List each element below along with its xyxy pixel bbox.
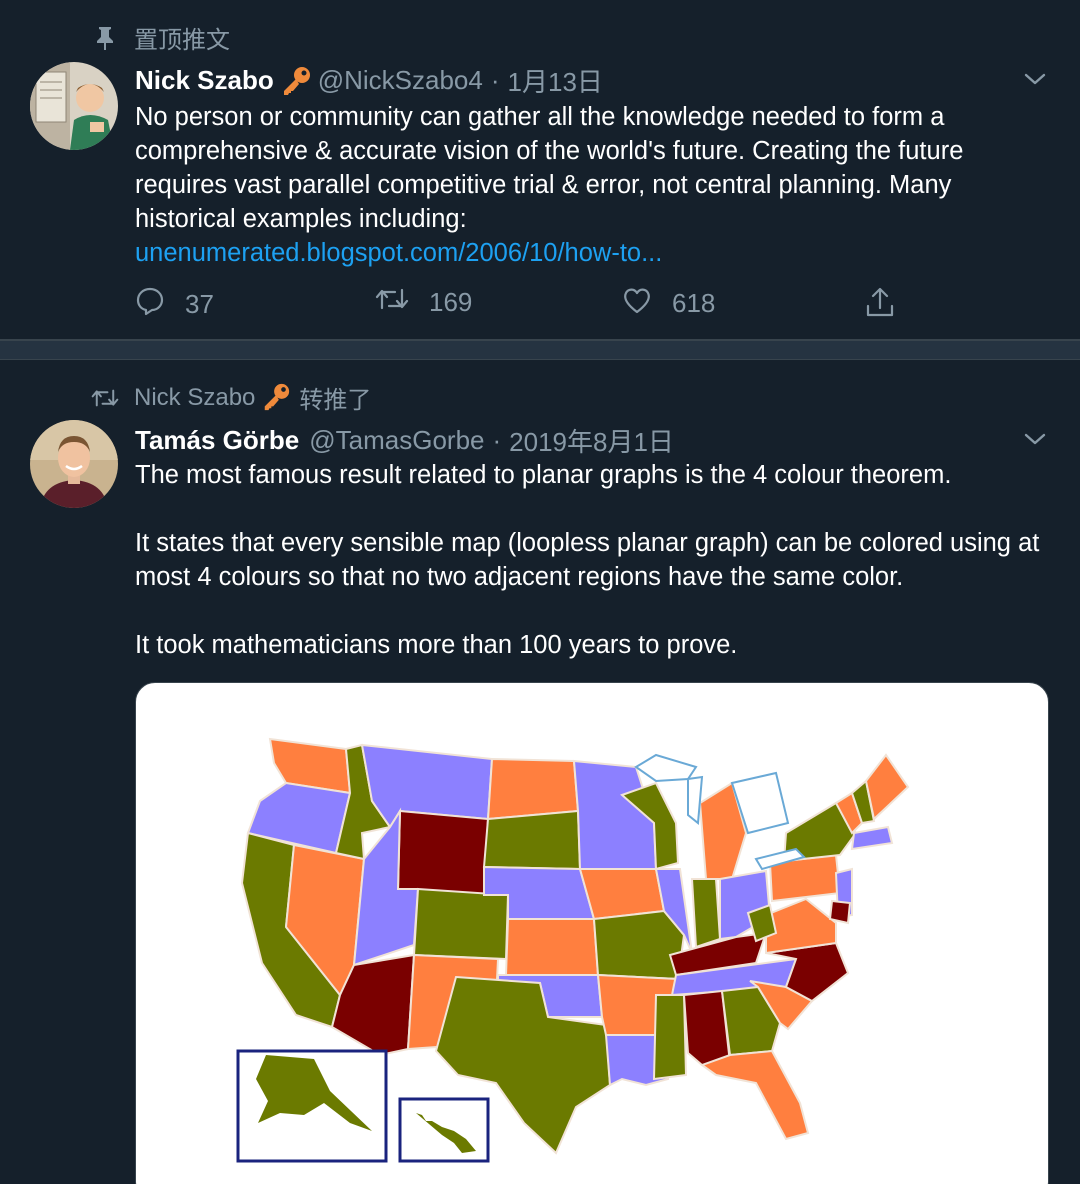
retweet-button[interactable]: 169 [375, 286, 472, 319]
tweet-text: No person or community can gather all th… [135, 100, 1045, 270]
map-region [412, 887, 510, 961]
map-region [864, 753, 910, 821]
share-icon [865, 286, 915, 325]
pinned-label: 置顶推文 [134, 27, 230, 54]
map-region [482, 809, 582, 871]
share-button[interactable] [865, 286, 915, 325]
tweet-paragraph: It took mathematicians more than 100 yea… [135, 631, 738, 659]
tweet-text-line: comprehensive & accurate vision of the w… [135, 137, 964, 165]
tweet-text-line: historical examples including: [135, 205, 467, 233]
like-count: 618 [672, 288, 716, 318]
us-four-colour-map [236, 737, 910, 1163]
map-region [396, 809, 490, 897]
map-region [699, 1049, 810, 1141]
map-region [652, 994, 688, 1081]
retweet-icon [90, 384, 120, 412]
tweet-link[interactable]: unenumerated.blogspot.com/2006/10/how-to… [135, 236, 1045, 270]
author-handle[interactable]: @TamasGorbe [309, 425, 484, 456]
heart-icon [622, 286, 672, 321]
avatar[interactable] [30, 420, 118, 508]
map-region [634, 753, 698, 783]
retweet-count: 169 [429, 287, 473, 317]
retweet-icon [375, 286, 429, 319]
chevron-down-icon[interactable] [1020, 64, 1050, 94]
pinned-context: 置顶推文 [90, 20, 230, 55]
like-button[interactable]: 618 [622, 286, 715, 321]
retweet-context-suffix: 转推了 [299, 387, 372, 414]
tweet-text: The most famous result related to planar… [135, 458, 1050, 662]
reply-button[interactable]: 37 [135, 286, 214, 323]
tweet-paragraph: It states that every sensible map (loopl… [135, 529, 1040, 591]
retweeter-name[interactable]: Nick Szabo [134, 384, 255, 412]
tweet-header: Tamás Görbe @TamasGorbe · 2019年8月1日 [135, 422, 674, 459]
author-handle[interactable]: @NickSzabo4 [318, 65, 483, 96]
tweet-paragraph: The most famous result related to planar… [135, 461, 952, 489]
pinned-tweet[interactable]: 置顶推文 Nick Szabo @NickSzabo4 · 1月13日 No p… [0, 0, 1080, 340]
tweet-date[interactable]: 1月13日 [508, 62, 603, 99]
tweet-text-line: requires vast parallel competitive trial… [135, 171, 952, 199]
map-region [486, 757, 580, 821]
map-region [592, 909, 686, 981]
media-image[interactable] [135, 682, 1049, 1184]
key-icon [280, 65, 312, 97]
map-region [690, 878, 722, 949]
pin-icon [90, 24, 120, 52]
tweet-header: Nick Szabo @NickSzabo4 · 1月13日 [135, 62, 603, 99]
retweeted-tweet[interactable]: Nick Szabo 转推了 Tamás Görbe @TamasGorbe ·… [0, 360, 1080, 1184]
map-region [504, 918, 600, 976]
map-region [828, 899, 852, 925]
map-region [850, 825, 894, 851]
reply-icon [135, 286, 185, 323]
avatar[interactable] [30, 62, 118, 150]
key-icon [261, 382, 293, 414]
tweet-text-line: No person or community can gather all th… [135, 103, 945, 131]
chevron-down-icon[interactable] [1020, 424, 1050, 454]
map-region [687, 775, 704, 825]
tweet-actions: 37 169 618 [135, 286, 915, 326]
separator-dot: · [490, 65, 500, 95]
timeline-divider [0, 340, 1080, 360]
retweet-context: Nick Szabo 转推了 [90, 380, 371, 415]
reply-count: 37 [185, 289, 214, 319]
map-region [765, 897, 837, 955]
author-name[interactable]: Nick Szabo [135, 65, 274, 96]
author-name[interactable]: Tamás Görbe [135, 425, 299, 456]
separator-dot: · [492, 425, 502, 455]
tweet-date[interactable]: 2019年8月1日 [509, 422, 674, 459]
